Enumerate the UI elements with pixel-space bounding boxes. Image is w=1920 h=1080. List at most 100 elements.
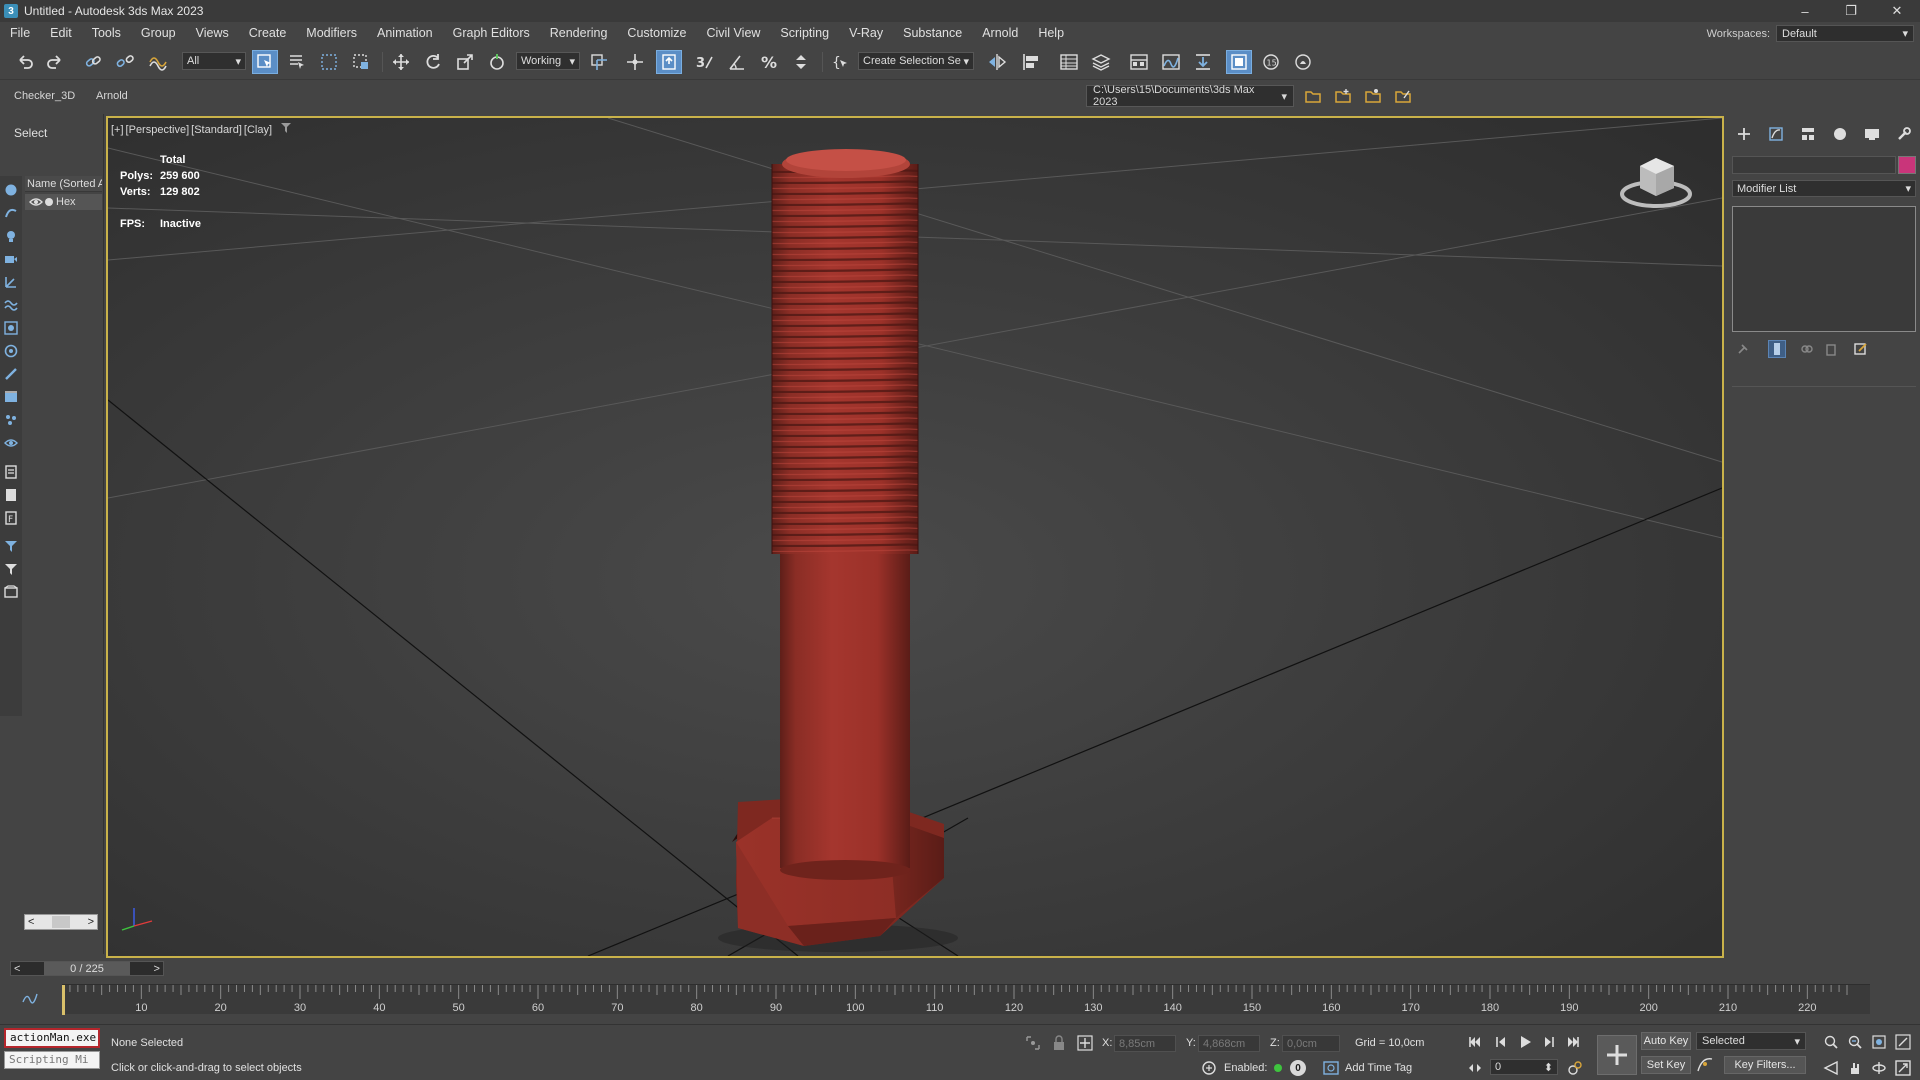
zoom-extents-all-button[interactable] <box>1894 1033 1912 1051</box>
menu-customize[interactable]: Customize <box>617 22 696 44</box>
window-crossing-button[interactable] <box>348 50 374 74</box>
menu-edit[interactable]: Edit <box>40 22 82 44</box>
restore-button[interactable]: ❐ <box>1828 0 1874 22</box>
maxscript-listener-output[interactable]: actionMan.exe <box>4 1028 100 1048</box>
rotate-button[interactable] <box>420 50 446 74</box>
unlink-selection-button[interactable] <box>112 50 138 74</box>
current-frame-marker[interactable] <box>61 985 65 1015</box>
explorer-row-hex[interactable]: Hex <box>25 194 102 210</box>
menu-arnold[interactable]: Arnold <box>972 22 1028 44</box>
menu-views[interactable]: Views <box>186 22 239 44</box>
maximize-viewport-button[interactable] <box>1894 1059 1912 1077</box>
project-tool-4[interactable] <box>1392 86 1414 106</box>
viewport-shading-menu[interactable]: [Standard] <box>191 124 242 136</box>
display-groups-button[interactable] <box>3 320 19 336</box>
y-coord-field[interactable]: 4,868cm <box>1198 1035 1260 1052</box>
scrollbar-thumb[interactable] <box>52 916 70 928</box>
curve-editor-button[interactable] <box>1158 50 1184 74</box>
display-bones-button[interactable] <box>3 366 19 382</box>
time-configuration-button[interactable] <box>1566 1059 1584 1077</box>
object-name-field[interactable] <box>1732 156 1896 174</box>
menu-graph-editors[interactable]: Graph Editors <box>443 22 540 44</box>
viewport-label-menu[interactable]: [+] [Perspective] [Standard] [Clay] <box>111 122 292 137</box>
menu-create[interactable]: Create <box>239 22 297 44</box>
perspective-viewport[interactable]: [+] [Perspective] [Standard] [Clay] Tota… <box>106 116 1724 958</box>
project-tool-1[interactable] <box>1302 86 1324 106</box>
go-to-end-button[interactable] <box>1564 1033 1582 1051</box>
isolate-selection-button[interactable] <box>1024 1034 1042 1052</box>
viewport-style-menu[interactable]: [Clay] <box>244 124 272 136</box>
display-hidden-button[interactable] <box>3 435 19 451</box>
select-and-link-button[interactable] <box>80 50 106 74</box>
adaptive-degradation-button[interactable] <box>1200 1059 1218 1077</box>
pin-stack-button[interactable] <box>1734 340 1752 358</box>
enabled-count-badge[interactable]: 0 <box>1290 1060 1306 1076</box>
select-object-button[interactable] <box>252 50 278 74</box>
motion-tab[interactable] <box>1828 124 1852 144</box>
display-shapes-button[interactable] <box>3 205 19 221</box>
curve-editor-mini-icon[interactable] <box>22 992 38 1007</box>
show-end-result-button[interactable] <box>1768 340 1786 358</box>
minimize-button[interactable]: – <box>1782 0 1828 22</box>
hierarchy-tab[interactable] <box>1796 124 1820 144</box>
menu-help[interactable]: Help <box>1028 22 1074 44</box>
time-slider-bar[interactable]: < 0 / 225 > <box>10 961 164 976</box>
bind-to-space-warp-button[interactable] <box>144 50 170 74</box>
key-mode-dropdown[interactable]: Selected ▾ <box>1696 1032 1806 1050</box>
menu-group[interactable]: Group <box>131 22 186 44</box>
filter-button[interactable] <box>3 538 19 554</box>
display-lights-button[interactable] <box>3 228 19 244</box>
redo-button[interactable] <box>42 50 68 74</box>
display-helpers-button[interactable] <box>3 274 19 290</box>
create-tab[interactable] <box>1732 124 1756 144</box>
close-button[interactable]: ✕ <box>1874 0 1920 22</box>
time-slider-next-button[interactable]: > <box>154 963 160 975</box>
menu-modifiers[interactable]: Modifiers <box>296 22 367 44</box>
viewport-point-of-view-menu[interactable]: [Perspective] <box>126 124 190 136</box>
time-slider-prev-button[interactable]: < <box>14 963 20 975</box>
project-folder-dropdown[interactable]: C:\Users\15\Documents\3ds Max 2023 ▾ <box>1086 84 1294 108</box>
z-coord-field[interactable]: 0,0cm <box>1282 1035 1340 1052</box>
eye-visibility-icon[interactable] <box>29 195 43 212</box>
current-frame-field[interactable]: 0 ⬍ <box>1490 1059 1558 1075</box>
remove-modifier-button[interactable] <box>1822 340 1840 358</box>
filter-options-button[interactable] <box>3 561 19 577</box>
menu-file[interactable]: File <box>0 22 40 44</box>
auto-key-button[interactable]: Auto Key <box>1641 1032 1691 1050</box>
display-geometry-button[interactable] <box>3 182 19 198</box>
display-all-button[interactable] <box>3 464 19 480</box>
display-space-warps-button[interactable] <box>3 297 19 313</box>
x-coord-field[interactable]: 8,85cm <box>1114 1035 1176 1052</box>
track-ruler[interactable]: 10 20 30 40 50 60 70 80 90 100 110 120 130 140 150 160 1… <box>61 984 1870 1015</box>
mirror-button[interactable] <box>984 50 1010 74</box>
play-button[interactable] <box>1516 1033 1534 1051</box>
move-button[interactable] <box>388 50 414 74</box>
orbit-button[interactable] <box>1870 1059 1888 1077</box>
display-tab[interactable] <box>1860 124 1884 144</box>
previous-frame-button[interactable] <box>1492 1033 1510 1051</box>
spinner-arrows-icon[interactable]: ⬍ <box>1544 1061 1553 1074</box>
display-xrefs-button[interactable] <box>3 343 19 359</box>
go-to-start-button[interactable] <box>1466 1033 1484 1051</box>
scroll-right-arrow[interactable]: > <box>88 916 94 928</box>
ribbon-toggle-button[interactable] <box>1126 50 1152 74</box>
make-unique-button[interactable] <box>1798 340 1816 358</box>
display-none-button[interactable] <box>3 487 19 503</box>
key-tangent-button[interactable] <box>1696 1056 1714 1074</box>
key-mode-toggle-button[interactable] <box>1466 1059 1484 1077</box>
field-of-view-button[interactable] <box>1822 1059 1840 1077</box>
menu-rendering[interactable]: Rendering <box>540 22 618 44</box>
undo-button[interactable] <box>12 50 38 74</box>
key-filters-button[interactable]: Key Filters... <box>1724 1056 1806 1074</box>
render-frame-window-button[interactable] <box>1290 50 1316 74</box>
selection-set-button[interactable] <box>3 584 19 600</box>
pan-view-button[interactable] <box>1846 1059 1864 1077</box>
menu-civil-view[interactable]: Civil View <box>696 22 770 44</box>
add-time-tag-label[interactable]: Add Time Tag <box>1345 1062 1412 1074</box>
modify-tab[interactable] <box>1764 124 1788 144</box>
scale-button[interactable] <box>452 50 478 74</box>
viewcube[interactable] <box>1618 150 1694 212</box>
schematic-view-button[interactable] <box>1190 50 1216 74</box>
next-frame-button[interactable] <box>1540 1033 1558 1051</box>
snaps-toggle-button[interactable]: 3 <box>692 50 718 74</box>
